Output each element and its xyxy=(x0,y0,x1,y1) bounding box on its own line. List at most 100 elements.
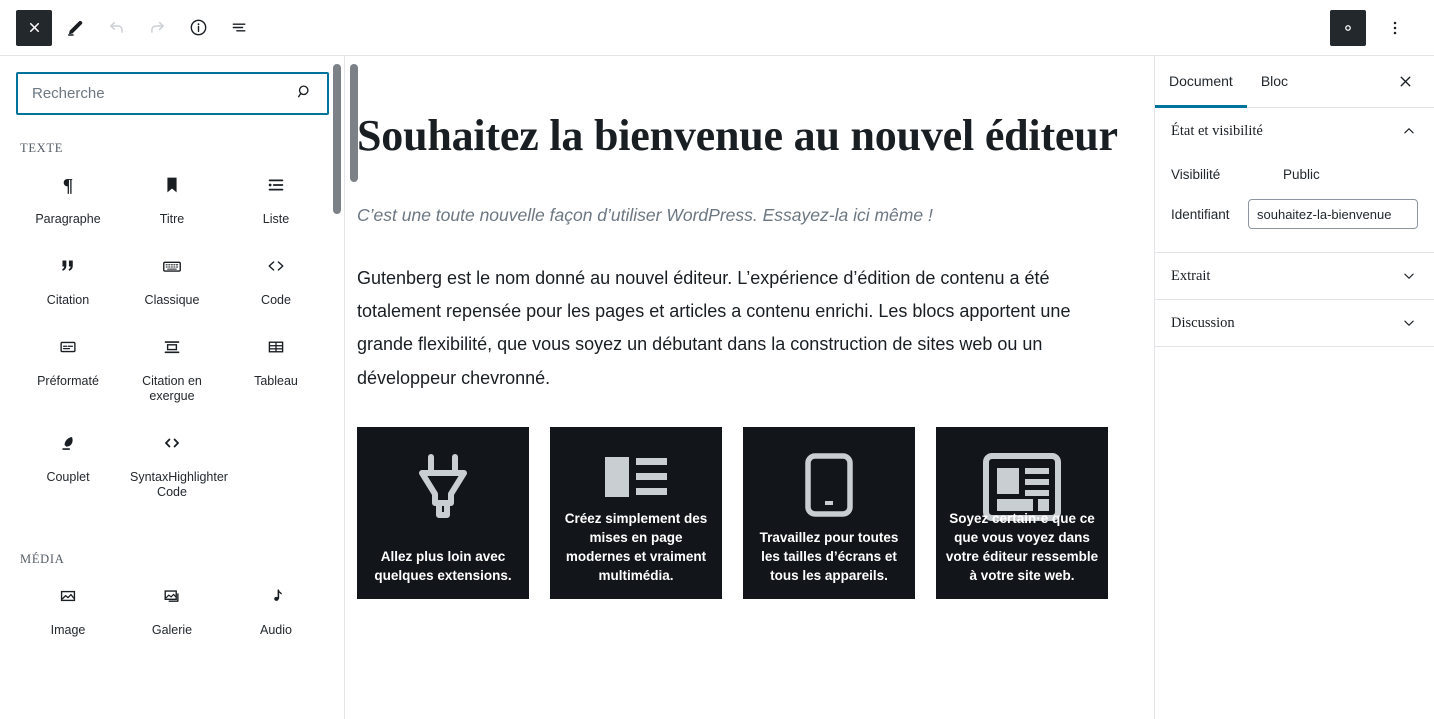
gutenberg-editor: TEXTE ¶ Paragraphe xyxy=(0,0,1434,719)
block-label: Image xyxy=(50,623,86,637)
post-paragraph[interactable]: Gutenberg est le nom donné au nouvel édi… xyxy=(357,262,1120,395)
heading-bookmark-icon xyxy=(161,172,183,198)
image-icon xyxy=(57,583,79,609)
feature-card-wysiwyg[interactable]: Soyez certain·e que ce que vous voyez da… xyxy=(936,426,1108,599)
panel-etat-et-visibilite: État et visibilité Visibilité Public Ide… xyxy=(1155,108,1434,253)
inserter-scrollbar[interactable] xyxy=(333,64,341,214)
block-item-couplet[interactable]: Couplet xyxy=(16,420,120,506)
block-item-liste[interactable]: Liste xyxy=(224,162,328,233)
tab-label: Document xyxy=(1169,72,1233,89)
feature-card-responsive[interactable]: Travaillez pour toutes les tailles d’écr… xyxy=(743,426,915,599)
block-grid-media: Image Galerie Audio xyxy=(16,573,328,644)
pullquote-icon xyxy=(161,334,183,360)
outline-list-icon xyxy=(232,23,245,32)
tab-bloc[interactable]: Bloc xyxy=(1247,56,1302,108)
post-title[interactable]: Souhaitez la bienvenue au nouvel éditeur xyxy=(357,112,1120,160)
block-item-classique[interactable]: Classique xyxy=(120,243,224,314)
close-icon xyxy=(1400,76,1411,87)
row-label: Identifiant xyxy=(1171,206,1230,222)
top-bar-left-tools xyxy=(16,9,262,46)
editor-top-bar xyxy=(0,0,1434,56)
editor-body: TEXTE ¶ Paragraphe xyxy=(0,56,1434,719)
block-label: Audio xyxy=(260,623,292,637)
close-icon xyxy=(29,22,39,33)
settings-toggle-button[interactable] xyxy=(1330,9,1366,46)
block-label: SyntaxHighlighter Code xyxy=(130,470,228,499)
block-label: Liste xyxy=(262,212,290,226)
settings-tab-bar: Document Bloc xyxy=(1155,56,1434,108)
inserter-section-title-media: MÉDIA xyxy=(20,552,65,566)
redo-button[interactable] xyxy=(139,10,175,46)
block-label: Tableau xyxy=(254,374,298,388)
undo-button[interactable] xyxy=(98,10,134,46)
block-label: Paragraphe xyxy=(35,212,101,226)
quote-icon xyxy=(57,253,79,279)
block-label: Titre xyxy=(159,212,185,226)
undo-arrow-icon xyxy=(109,21,123,33)
more-options-button[interactable] xyxy=(1377,10,1413,46)
close-sidebar-button[interactable] xyxy=(1387,56,1420,107)
editor-scrollbar[interactable] xyxy=(350,64,358,182)
inserter-content: TEXTE ¶ Paragraphe xyxy=(0,56,344,719)
edit-mode-button[interactable] xyxy=(57,10,93,46)
search-input[interactable] xyxy=(16,72,329,115)
list-icon xyxy=(265,172,287,198)
close-editor-button[interactable] xyxy=(16,9,52,46)
block-label: Code xyxy=(261,293,291,307)
feature-card-text: Soyez certain·e que ce que vous voyez da… xyxy=(945,510,1099,583)
block-label: Préformaté xyxy=(37,374,99,388)
row-label: Visibilité xyxy=(1171,166,1221,182)
tab-label: Bloc xyxy=(1260,72,1289,89)
code-brackets-icon xyxy=(264,253,288,279)
block-item-image[interactable]: Image xyxy=(16,573,120,644)
panel-header[interactable]: Discussion xyxy=(1155,300,1434,346)
block-item-tableau[interactable]: Tableau xyxy=(224,324,328,410)
block-item-audio[interactable]: Audio xyxy=(224,573,328,644)
panel-header[interactable]: Extrait xyxy=(1155,253,1434,299)
post-subtitle[interactable]: C’est une toute nouvelle façon d’utilise… xyxy=(357,202,1120,228)
panel-header[interactable]: État et visibilité xyxy=(1155,108,1434,154)
chevron-up-icon xyxy=(1400,122,1418,140)
feature-card-text: Travaillez pour toutes les tailles d’écr… xyxy=(759,529,899,583)
feature-cards: Allez plus loin avec quelques extensions… xyxy=(357,426,1120,599)
panel-title: Extrait xyxy=(1171,267,1211,284)
block-item-titre[interactable]: Titre xyxy=(120,162,224,233)
keyboard-icon xyxy=(160,253,184,279)
visibility-value-button[interactable]: Public xyxy=(1283,167,1320,182)
block-item-paragraphe[interactable]: ¶ Paragraphe xyxy=(16,162,120,233)
content-info-button[interactable] xyxy=(180,10,216,46)
block-item-preformate[interactable]: Préformaté xyxy=(16,324,120,410)
block-label: Citation en exergue xyxy=(142,374,202,403)
panel-title: Discussion xyxy=(1171,314,1235,331)
paragraph-icon: ¶ xyxy=(57,172,79,198)
top-bar-right-tools xyxy=(1330,9,1418,46)
row-visibilite: Visibilité Public xyxy=(1171,154,1418,194)
table-icon xyxy=(265,334,287,360)
panel-extrait: Extrait xyxy=(1155,253,1434,300)
chevron-down-icon xyxy=(1400,267,1418,285)
panel-body: Visibilité Public Identifiant xyxy=(1155,154,1434,252)
preformatted-icon xyxy=(57,334,79,360)
chevron-down-icon xyxy=(1400,314,1418,332)
block-item-galerie[interactable]: Galerie xyxy=(120,573,224,644)
slug-input[interactable] xyxy=(1248,199,1418,229)
panel-discussion: Discussion xyxy=(1155,300,1434,347)
content-outline-button[interactable] xyxy=(221,10,257,46)
block-label: Couplet xyxy=(46,470,90,484)
feature-card-text: Allez plus loin avec quelques extensions… xyxy=(374,548,512,583)
gear-icon xyxy=(1345,24,1351,31)
block-item-citation-en-exergue[interactable]: Citation en exergue xyxy=(120,324,224,410)
block-inserter-panel: TEXTE ¶ Paragraphe xyxy=(0,56,345,719)
plug-icon xyxy=(411,453,475,528)
block-item-citation[interactable]: Citation xyxy=(16,243,120,314)
block-item-syntaxhighlighter-code[interactable]: SyntaxHighlighter Code xyxy=(120,420,228,506)
code-brackets-icon xyxy=(160,430,184,456)
feature-card-layouts[interactable]: Créez simplement des mises en page moder… xyxy=(550,426,722,599)
tab-document[interactable]: Document xyxy=(1155,56,1247,108)
redo-arrow-icon xyxy=(150,21,164,33)
feature-card-extensions[interactable]: Allez plus loin avec quelques extensions… xyxy=(357,426,529,599)
block-label: Galerie xyxy=(151,623,193,637)
panel-title: État et visibilité xyxy=(1171,122,1263,139)
block-item-code[interactable]: Code xyxy=(224,243,328,314)
post-content: Souhaitez la bienvenue au nouvel éditeur… xyxy=(345,56,1154,599)
